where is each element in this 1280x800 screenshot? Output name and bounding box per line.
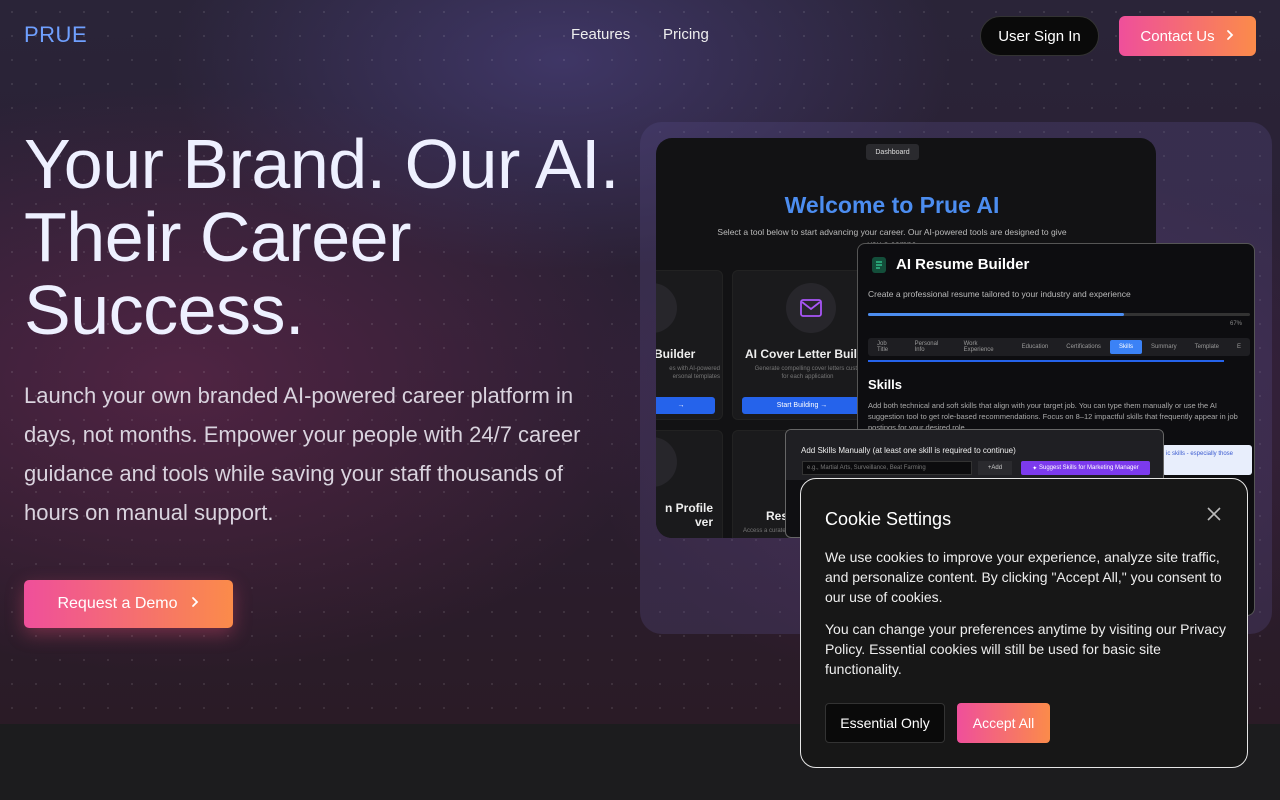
accept-all-button[interactable]: Accept All bbox=[957, 703, 1050, 743]
card-button: → bbox=[656, 397, 715, 414]
cookie-title: Cookie Settings bbox=[825, 509, 952, 529]
resume-tab-indicator bbox=[868, 360, 1224, 362]
hero-title: Your Brand. Our AI. Their Career Success… bbox=[24, 128, 644, 347]
add-label: Add bbox=[991, 465, 1003, 471]
sparkle-icon: ✦ bbox=[1032, 465, 1039, 472]
hero-title-line: Your Brand. Our AI. bbox=[24, 125, 619, 203]
document-icon bbox=[871, 256, 887, 279]
tool-icon bbox=[656, 437, 677, 487]
hero-title-line: Their Career bbox=[24, 198, 411, 276]
contact-label: Contact Us bbox=[1140, 27, 1215, 45]
tool-card: n Profile ver bbox=[656, 430, 723, 538]
add-skill-button: + Add bbox=[978, 461, 1012, 475]
resume-progress-label: 67% bbox=[1230, 321, 1243, 327]
request-demo-button[interactable]: Request a Demo bbox=[24, 580, 233, 628]
cookie-description: We use cookies to improve your experienc… bbox=[825, 549, 1222, 605]
accept-label: Accept All bbox=[972, 715, 1035, 731]
nav-link-features[interactable]: Features bbox=[571, 26, 630, 43]
resume-tab: Template bbox=[1194, 344, 1219, 350]
card-title: Builder bbox=[656, 347, 696, 361]
resume-tabs: Job Title Personal Info Work Experience … bbox=[868, 338, 1250, 356]
demo-label: Request a Demo bbox=[57, 595, 178, 612]
resume-progress-bar bbox=[868, 313, 1250, 316]
card-title: n Profile ver bbox=[664, 501, 713, 529]
resume-tab: Personal Info bbox=[914, 341, 939, 353]
resume-subtitle: Create a professional resume tailored to… bbox=[868, 289, 1131, 299]
cookie-preferences-note: You can change your preferences anytime … bbox=[825, 621, 1227, 677]
mail-icon bbox=[786, 283, 836, 333]
skills-heading: Skills bbox=[868, 377, 902, 392]
resume-tab: Education bbox=[1021, 344, 1049, 350]
resume-title: AI Resume Builder bbox=[896, 256, 1030, 273]
resume-tab: Summary bbox=[1150, 344, 1177, 350]
user-sign-in-button[interactable]: User Sign In bbox=[980, 16, 1099, 56]
skills-panel-title: Add Skills Manually (at least one skill … bbox=[801, 446, 1016, 455]
cookie-settings-dialog: Cookie Settings We use cookies to improv… bbox=[800, 478, 1248, 768]
hero-title-line: Success. bbox=[24, 271, 305, 349]
resume-tab: Job Title bbox=[877, 341, 889, 353]
tool-card: AI Cover Letter Buil Generate compelling… bbox=[732, 270, 867, 420]
contact-us-button[interactable]: Contact Us bbox=[1119, 16, 1256, 56]
skills-input: e.g., Martial Arts, Surveillance, Beat F… bbox=[802, 461, 972, 475]
resume-tab: Certifications bbox=[1066, 344, 1101, 350]
welcome-title: Welcome to Prue AI bbox=[784, 192, 1000, 218]
close-icon[interactable] bbox=[1203, 503, 1225, 525]
chevron-right-icon bbox=[1225, 28, 1235, 45]
essential-only-button[interactable]: Essential Only bbox=[825, 703, 945, 743]
chevron-right-icon bbox=[190, 595, 200, 613]
tool-card: Builder es with AI-powered ersonal templ… bbox=[656, 270, 723, 420]
dashboard-tag: Dashboard bbox=[866, 144, 919, 160]
card-description: es with AI-powered ersonal templates bbox=[669, 366, 720, 380]
card-title: AI Cover Letter Buil bbox=[745, 347, 858, 361]
card-description: Generate compelling cover letters custo … bbox=[754, 366, 861, 380]
essential-label: Essential Only bbox=[840, 715, 930, 731]
tool-icon bbox=[656, 283, 677, 333]
hero-description: Launch your own branded AI-powered caree… bbox=[24, 383, 581, 525]
resume-tab: E bbox=[1236, 344, 1241, 350]
skills-hint: ic skills - especially those bbox=[1162, 445, 1252, 475]
start-building-button: Start Building → bbox=[742, 397, 862, 414]
resume-tab: Work Experience bbox=[963, 341, 994, 353]
skills-panel-header: Add Skills Manually (at least one skill … bbox=[786, 430, 1163, 480]
suggest-label: Suggest Skills for Marketing Manager bbox=[1038, 465, 1139, 471]
suggest-skills-button: ✦ Suggest Skills for Marketing Manager bbox=[1021, 461, 1150, 475]
sign-in-label: User Sign In bbox=[998, 27, 1081, 45]
start-building-label: Start Building bbox=[776, 402, 819, 409]
nav-link-pricing[interactable]: Pricing bbox=[663, 26, 709, 43]
logo[interactable]: PRUE bbox=[24, 22, 87, 48]
resume-tab-active: Skills bbox=[1109, 340, 1142, 354]
